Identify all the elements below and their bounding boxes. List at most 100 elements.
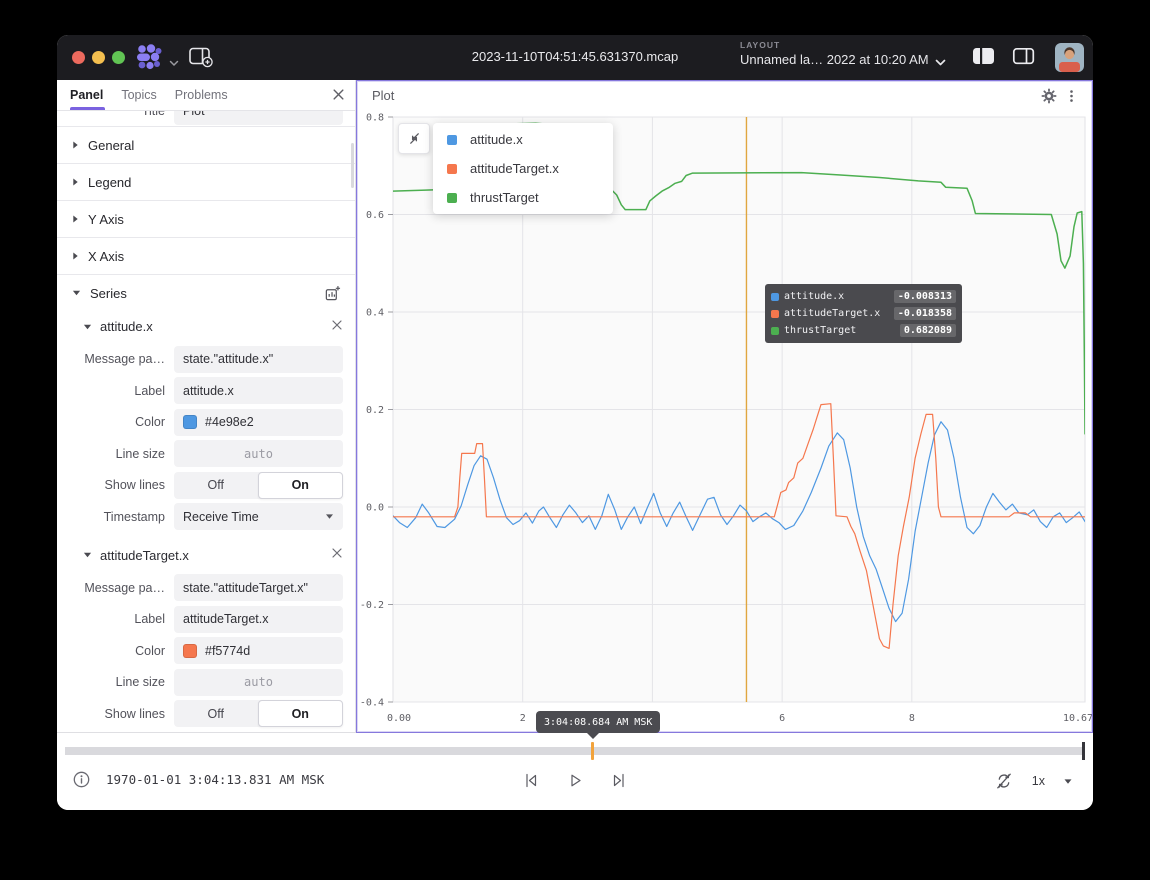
- show-lines-off-button[interactable]: Off: [174, 700, 258, 727]
- panel-menu-button[interactable]: [1062, 86, 1081, 106]
- seek-start-button[interactable]: [520, 769, 543, 792]
- x-axis-tick-label: 2: [520, 713, 526, 724]
- series-name: attitudeTarget.x: [100, 548, 323, 563]
- line-size-input[interactable]: auto: [174, 669, 343, 696]
- y-axis-tick-label: 0.2: [366, 405, 384, 416]
- minimize-window-button[interactable]: [92, 51, 105, 64]
- layout-label: LAYOUT: [740, 40, 970, 50]
- legend-item[interactable]: attitude.x: [433, 125, 613, 154]
- color-label: Color: [57, 644, 174, 658]
- show-lines-row: Show lines Off On: [57, 699, 343, 728]
- show-lines-label: Show lines: [57, 478, 174, 492]
- seek-end-button[interactable]: [608, 769, 631, 792]
- section-x-axis-label: X Axis: [88, 249, 343, 264]
- app-window: 2023-11-10T04:51:45.631370.mcap LAYOUT U…: [57, 35, 1093, 810]
- message-path-label: Message pa…: [57, 352, 174, 366]
- show-lines-on-button[interactable]: On: [258, 472, 344, 499]
- sidebar-scrollbar[interactable]: [351, 143, 354, 188]
- y-axis-tick-label: 0.4: [366, 308, 384, 319]
- chevron-down-icon: [83, 551, 92, 559]
- info-icon: [73, 771, 90, 788]
- loop-playback-button[interactable]: [992, 769, 1016, 793]
- playback-speed[interactable]: 1x: [1032, 774, 1045, 788]
- app-menu-chevron-icon[interactable]: [169, 54, 179, 72]
- remove-series-icon[interactable]: [331, 318, 343, 336]
- timestamp-select[interactable]: Receive Time: [174, 503, 343, 530]
- show-lines-toggle: Off On: [174, 700, 343, 727]
- document-title-text[interactable]: 2023-11-10T04:51:45.631370.mcap: [472, 49, 678, 64]
- line-size-placeholder: auto: [244, 447, 273, 461]
- x-axis-tick-label: 8: [909, 713, 915, 724]
- section-series[interactable]: Series: [57, 274, 355, 311]
- tab-topics[interactable]: Topics: [121, 80, 156, 110]
- plot-panel[interactable]: Plot: [356, 80, 1093, 733]
- chevron-right-icon: [72, 251, 79, 261]
- color-input[interactable]: #4e98e2: [174, 409, 343, 436]
- series-header[interactable]: attitudeTarget.x: [57, 540, 355, 571]
- legend-item[interactable]: attitudeTarget.x: [433, 154, 613, 183]
- layout-chevron-icon[interactable]: [935, 54, 946, 72]
- remove-series-icon[interactable]: [331, 546, 343, 564]
- close-window-button[interactable]: [72, 51, 85, 64]
- y-axis-tick-label: 0.6: [366, 210, 384, 221]
- legend-collapse-button[interactable]: [398, 123, 430, 154]
- show-lines-row: Show lines Off On: [57, 471, 343, 500]
- zoom-window-button[interactable]: [112, 51, 125, 64]
- playback-info-button[interactable]: [71, 769, 92, 790]
- color-swatch[interactable]: [183, 644, 197, 658]
- color-swatch[interactable]: [183, 415, 197, 429]
- speed-chevron-icon[interactable]: [1061, 776, 1075, 787]
- color-label: Color: [57, 415, 174, 429]
- tab-panel[interactable]: Panel: [70, 80, 103, 110]
- message-path-input[interactable]: state."attitudeTarget.x": [174, 574, 343, 601]
- tab-problems[interactable]: Problems: [175, 80, 228, 110]
- section-general[interactable]: General: [57, 126, 355, 163]
- add-series-button[interactable]: [322, 283, 343, 304]
- sidebar-tabbar: Panel Topics Problems: [57, 80, 355, 111]
- title-field-label: Title: [57, 111, 174, 118]
- line-size-input[interactable]: auto: [174, 440, 343, 467]
- play-button[interactable]: [564, 769, 587, 792]
- chevron-down-icon: [72, 289, 81, 297]
- line-size-label: Line size: [57, 447, 174, 461]
- timestamp-row: Timestamp Receive Time: [57, 502, 343, 531]
- scrubber-time-tooltip: 3:04:08.684 AM MSK: [536, 711, 660, 733]
- playback-bar: 1970-01-01 3:04:13.831 AM MSK: [57, 732, 1093, 810]
- legend-item[interactable]: thrustTarget: [433, 183, 613, 212]
- series-editor-attitude-target-x: attitudeTarget.x Message pa… state."atti…: [57, 540, 355, 734]
- loop-off-icon: [994, 771, 1014, 791]
- chevron-right-icon: [72, 177, 79, 187]
- plot-panel-title: Plot: [372, 88, 394, 103]
- toggle-left-sidebar-button[interactable]: [972, 47, 996, 71]
- playback-end-marker: [1082, 742, 1085, 760]
- playback-scrubber[interactable]: [65, 747, 1085, 755]
- color-input[interactable]: #f5774d: [174, 637, 343, 664]
- foxglove-logo-icon: [135, 44, 163, 75]
- add-panel-button[interactable]: [189, 47, 215, 69]
- playback-position-marker[interactable]: [591, 742, 594, 760]
- sidebar-close-icon[interactable]: [332, 88, 345, 106]
- message-path-input[interactable]: state."attitude.x": [174, 346, 343, 373]
- panel-settings-button[interactable]: [1039, 86, 1059, 106]
- toggle-right-sidebar-button[interactable]: [1012, 47, 1036, 71]
- label-input[interactable]: attitude.x: [174, 377, 343, 404]
- show-lines-toggle: Off On: [174, 472, 343, 499]
- section-x-axis[interactable]: X Axis: [57, 237, 355, 274]
- legend-item-label: thrustTarget: [470, 190, 539, 205]
- message-path-label: Message pa…: [57, 581, 174, 595]
- message-path-row: Message pa… state."attitudeTarget.x": [57, 573, 343, 602]
- y-axis-tick-label: 0.8: [366, 113, 384, 124]
- series-header[interactable]: attitude.x: [57, 311, 355, 342]
- show-lines-on-button[interactable]: On: [258, 700, 344, 727]
- chevron-right-icon: [72, 214, 79, 224]
- show-lines-off-button[interactable]: Off: [174, 472, 258, 499]
- section-series-label: Series: [90, 286, 313, 301]
- timestamp-value: Receive Time: [183, 510, 259, 524]
- color-hex-value: #f5774d: [205, 644, 250, 658]
- title-field-input[interactable]: Plot: [174, 111, 343, 125]
- section-legend[interactable]: Legend: [57, 163, 355, 200]
- user-avatar[interactable]: [1055, 43, 1084, 72]
- section-y-axis[interactable]: Y Axis: [57, 200, 355, 237]
- panel-settings-sidebar: Panel Topics Problems Title Plot General: [57, 80, 356, 733]
- label-input[interactable]: attitudeTarget.x: [174, 606, 343, 633]
